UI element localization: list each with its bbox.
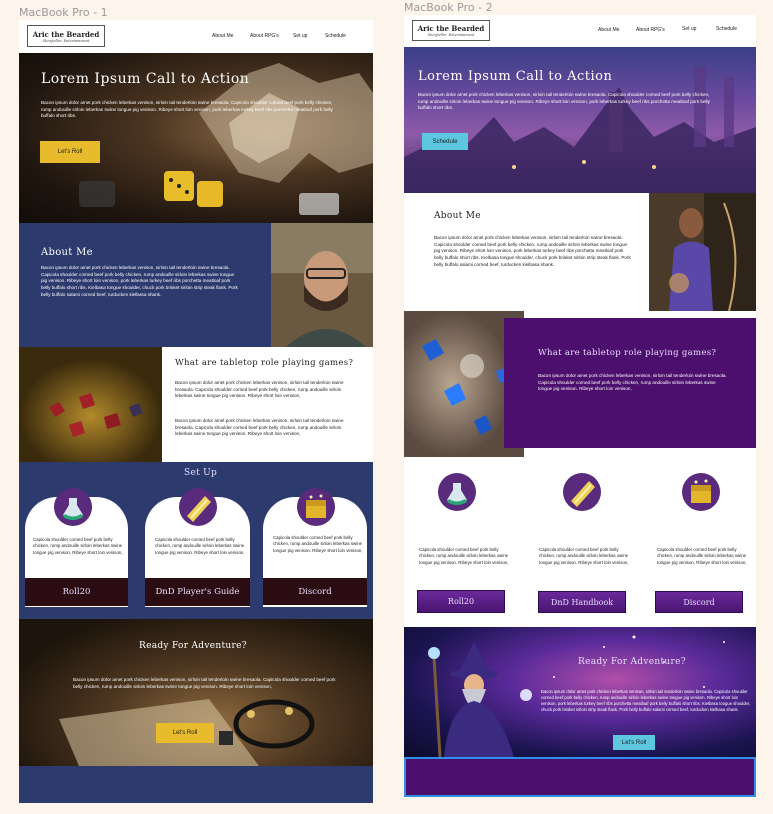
macbook-frame-1[interactable]: Aric the Bearded Storyteller. Entertainm… (19, 20, 373, 803)
hero-section: Lorem Ipsum Call to Action Bacon ipsum d… (19, 53, 373, 223)
macbook-frame-2[interactable]: Aric the Bearded Storyteller. Entertainm… (404, 15, 756, 797)
nav-link-about-rpgs[interactable]: About RPG's (250, 33, 279, 39)
portrait-photo (649, 193, 756, 311)
nav-link-schedule[interactable]: Schedule (716, 26, 737, 32)
discord-button[interactable]: Discord (655, 591, 743, 613)
lets-roll-button[interactable]: Let's Roll (613, 735, 655, 750)
hero-text: Bacon ipsum dolor amet pork chicken lebe… (418, 92, 710, 111)
rpg-panel: What are tabletop role playing games? Ba… (504, 318, 756, 448)
nav-link-about-rpgs[interactable]: About RPG's (636, 27, 665, 33)
logo[interactable]: Aric the Bearded Storyteller. Entertainm… (27, 25, 105, 47)
setup-card-text: Capicola shoulder corned beef pork belly… (539, 547, 629, 565)
footer (19, 766, 373, 803)
hero-section: Lorem Ipsum Call to Action Bacon ipsum d… (404, 47, 756, 193)
adventure-title: Ready For Adventure? (139, 641, 247, 651)
setup-card-text: Capicola shoulder corned beef pork belly… (155, 537, 245, 555)
treasure-chest-icon (682, 473, 720, 511)
potion-icon (54, 488, 92, 526)
lets-roll-button[interactable]: Let's Roll (40, 141, 100, 163)
roll20-button[interactable]: Roll20 (25, 578, 128, 606)
rpg-paragraph-1: Bacon ipsum dolor amet pork chicken lebe… (175, 380, 344, 399)
setup-card-text: Capicola shoulder corned beef pork belly… (273, 535, 363, 553)
rpg-title: What are tabletop role playing games? (538, 348, 717, 358)
frame-label-1: MacBook Pro - 1 (19, 6, 108, 19)
rpg-section: What are tabletop role playing games? Ba… (404, 311, 756, 459)
rpg-section: What are tabletop role playing games? Ba… (19, 347, 373, 462)
setup-section: Capicola shoulder corned beef pork belly… (404, 459, 756, 627)
rpg-text: Bacon ipsum dolor amet pork chicken lebe… (538, 373, 727, 392)
schedule-button[interactable]: Schedule (422, 133, 468, 150)
logo-tagline: Storyteller. Entertainment (42, 38, 90, 43)
setup-title: Set Up (184, 468, 218, 478)
adventure-section: Ready For Adventure? Bacon ipsum dolor a… (19, 619, 373, 766)
rpg-title: What are tabletop role playing games? (175, 358, 354, 368)
nav-link-set-up[interactable]: Set up (682, 26, 696, 32)
adventure-title: Ready For Adventure? (578, 657, 686, 667)
about-title: About Me (41, 247, 93, 258)
portrait-photo (271, 223, 373, 347)
adventure-text: Bacon ipsum dolor amet pork chicken lebe… (73, 677, 336, 689)
setup-section: Set Up Capicola shoulder corned beef por… (19, 462, 373, 619)
adventure-section: Ready For Adventure? Bacon ipsum dolor a… (404, 627, 756, 757)
nav-link-about-me[interactable]: About Me (212, 33, 233, 39)
lets-roll-button[interactable]: Let's Roll (156, 723, 214, 743)
adventure-text: Bacon ipsum dolor amet pork chicken lebe… (541, 689, 751, 713)
about-section: About Me Bacon ipsum dolor amet pork chi… (19, 223, 373, 347)
logo-name: Aric the Bearded (417, 24, 485, 33)
logo-tagline: Storyteller. Entertainment (427, 33, 475, 37)
treasure-chest-icon (297, 488, 335, 526)
footer[interactable] (404, 757, 756, 797)
about-title: About Me (434, 211, 481, 221)
hero-title: Lorem Ipsum Call to Action (41, 71, 250, 87)
hero-title: Lorem Ipsum Call to Action (418, 69, 613, 84)
logo-name: Aric the Bearded (32, 29, 100, 39)
setup-card-text: Capicola shoulder corned beef pork belly… (33, 537, 123, 555)
dice-photo (19, 347, 162, 462)
about-text: Bacon ipsum dolor amet pork chicken lebe… (41, 265, 238, 297)
nav-link-schedule[interactable]: Schedule (325, 33, 346, 39)
setup-card-text: Capicola shoulder corned beef pork belly… (657, 547, 747, 565)
nav-bar: Aric the Bearded Storyteller. Entertainm… (19, 20, 373, 53)
about-section: About Me Bacon ipsum dolor amet pork chi… (404, 193, 756, 311)
setup-card-text: Capicola shoulder corned beef pork belly… (419, 547, 509, 565)
potion-icon (438, 473, 476, 511)
frame-label-2: MacBook Pro - 2 (404, 1, 493, 14)
rpg-paragraph-2: Bacon ipsum dolor amet pork chicken lebe… (175, 418, 344, 437)
scroll-icon (179, 488, 217, 526)
hero-text: Bacon ipsum dolor amet pork chicken lebe… (41, 100, 333, 119)
discord-button[interactable]: Discord (263, 578, 367, 605)
logo[interactable]: Aric the Bearded Storyteller. Entertainm… (412, 20, 490, 41)
dnd-handbook-button[interactable]: DnD Handbook (538, 591, 626, 613)
about-text: Bacon ipsum dolor amet pork chicken lebe… (434, 235, 631, 267)
nav-link-about-me[interactable]: About Me (598, 27, 619, 33)
nav-link-set-up[interactable]: Set up (293, 33, 307, 39)
roll20-button[interactable]: Roll20 (417, 590, 505, 613)
scroll-icon (563, 473, 601, 511)
nav-bar: Aric the Bearded Storyteller. Entertainm… (404, 15, 756, 47)
players-guide-button[interactable]: DnD Player's Guide (145, 578, 250, 606)
